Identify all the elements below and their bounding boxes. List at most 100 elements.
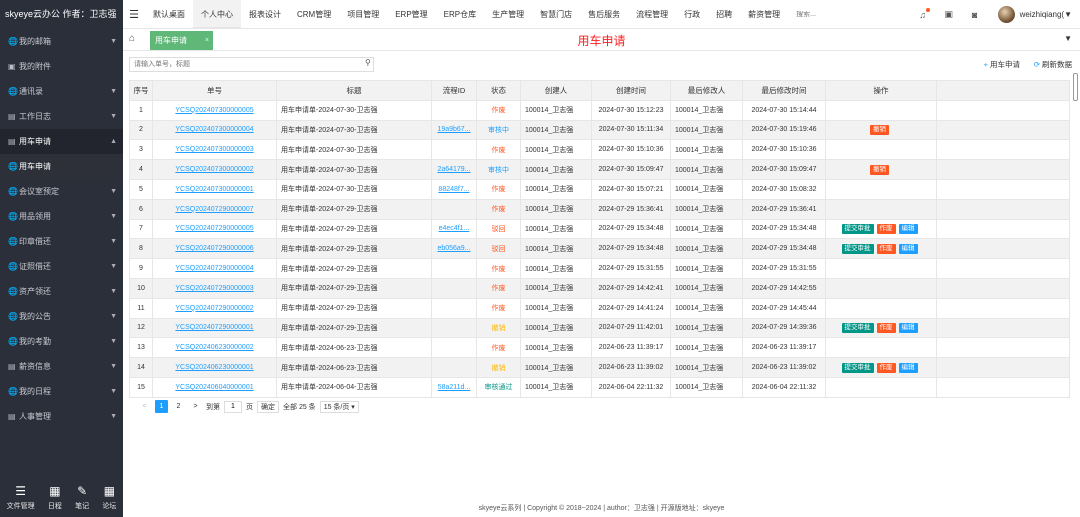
sidebar-item-3[interactable]: ▤工作日志▼ <box>0 104 123 129</box>
top-nav-item-12[interactable]: 招聘 <box>708 0 740 29</box>
sidebar-item-14[interactable]: 🌐我的日程▼ <box>0 379 123 404</box>
top-nav-item-13[interactable]: 薪资管理 <box>740 0 788 29</box>
creator-cell: 100014_卫志强 <box>521 140 592 160</box>
prev-page-button[interactable]: < <box>138 400 151 413</box>
order-code-link[interactable]: YCSQ202407300000004 <box>175 126 253 133</box>
menu-toggle-icon[interactable]: ☰ <box>123 8 145 21</box>
user-menu[interactable]: weizhiqiang(▼ <box>988 6 1080 23</box>
sidebar-item-15[interactable]: ▤人事管理▼ <box>0 404 123 429</box>
op-button-2[interactable]: 编辑 <box>899 323 918 333</box>
scrollbar[interactable] <box>1073 73 1078 101</box>
bottom-shortcut-0[interactable]: ☰文件管理 <box>7 485 35 511</box>
add-car-application-button[interactable]: +用车申请 <box>984 59 1020 70</box>
confirm-page-button[interactable]: 确定 <box>257 401 279 413</box>
page-title: 用车申请 <box>123 32 1080 49</box>
order-code-link[interactable]: YCSQ202406230000001 <box>175 364 253 371</box>
op-button-2[interactable]: 编辑 <box>899 363 918 373</box>
order-code-link[interactable]: YCSQ202407300000005 <box>175 107 253 114</box>
order-code-link[interactable]: YCSQ202407290000005 <box>175 225 253 232</box>
title-cell: 用车申请单-2024-06-23-卫志强 <box>277 338 432 358</box>
order-code-link[interactable]: YCSQ202407290000003 <box>175 285 253 292</box>
order-code-link[interactable]: YCSQ202407290000006 <box>175 245 253 252</box>
sidebar-item-7[interactable]: 🌐用品领用▼ <box>0 204 123 229</box>
bottom-shortcut-2[interactable]: ✎笔记 <box>75 485 89 511</box>
op-button-0[interactable]: 撤销 <box>870 125 889 135</box>
op-button-1[interactable]: 作废 <box>877 244 896 254</box>
order-code-link[interactable]: YCSQ202407300000003 <box>175 146 253 153</box>
sidebar-item-12[interactable]: 🌐我的考勤▼ <box>0 329 123 354</box>
page-2-button[interactable]: 2 <box>172 400 185 413</box>
sidebar-item-13[interactable]: ▤薪资信息▼ <box>0 354 123 379</box>
order-code-link[interactable]: YCSQ202407290000001 <box>175 324 253 331</box>
order-code-link[interactable]: YCSQ202407290000002 <box>175 305 253 312</box>
op-button-2[interactable]: 编辑 <box>899 244 918 254</box>
op-button-0[interactable]: 提交审批 <box>842 224 874 234</box>
bell-icon[interactable]: ♫ <box>910 10 936 20</box>
flow-id-link[interactable]: 58a211d... <box>438 384 471 391</box>
sidebar-item-5[interactable]: 🌐用车申请 <box>0 154 123 179</box>
sidebar-item-11[interactable]: 🌐我的公告▼ <box>0 304 123 329</box>
top-nav-item-5[interactable]: ERP管理 <box>387 0 435 29</box>
flow-id-link[interactable]: eb056a9... <box>437 245 470 252</box>
top-nav-item-4[interactable]: 项目管理 <box>339 0 387 29</box>
flow-id-link[interactable]: e4ec4f1... <box>439 225 470 232</box>
top-nav-item-11[interactable]: 行政 <box>676 0 708 29</box>
order-code-link[interactable]: YCSQ202407300000002 <box>175 166 253 173</box>
sidebar-item-1[interactable]: ▣我的附件 <box>0 54 123 79</box>
screen-icon[interactable]: ◙ <box>962 10 988 20</box>
modifier-cell: 100014_卫志强 <box>671 120 743 140</box>
top-nav-item-7[interactable]: 生产管理 <box>484 0 532 29</box>
sidebar-item-0[interactable]: 🌐我的邮箱▼ <box>0 29 123 54</box>
tab-car-application[interactable]: 用车申请 × <box>150 31 213 50</box>
top-nav-item-0[interactable]: 默认桌面 <box>145 0 193 29</box>
top-nav-item-6[interactable]: ERP仓库 <box>436 0 484 29</box>
refresh-button[interactable]: ⟳刷新数据 <box>1034 59 1072 70</box>
sidebar-item-2[interactable]: 🌐通讯录▼ <box>0 79 123 104</box>
top-nav-item-8[interactable]: 智慧门店 <box>532 0 580 29</box>
top-nav-item-9[interactable]: 售后服务 <box>580 0 628 29</box>
search-icon[interactable]: ⚲ <box>365 58 371 67</box>
flow-id-link[interactable]: 88248f7... <box>438 186 469 193</box>
home-icon[interactable]: ⌂ <box>129 33 135 44</box>
tab-more-icon[interactable]: ▼ <box>1064 34 1072 43</box>
picture-icon[interactable]: ▣ <box>936 9 962 20</box>
modified-time-cell: 2024-07-30 15:19:46 <box>743 120 826 140</box>
goto-page-input[interactable] <box>224 401 242 413</box>
op-button-0[interactable]: 提交审批 <box>842 244 874 254</box>
sidebar-item-6[interactable]: 🌐会议室预定▼ <box>0 179 123 204</box>
sidebar-item-9[interactable]: 🌐证照借还▼ <box>0 254 123 279</box>
tab-close-icon[interactable]: × <box>205 31 209 50</box>
top-nav-item-10[interactable]: 流程管理 <box>628 0 676 29</box>
column-header: 状态 <box>477 81 521 101</box>
search-input[interactable] <box>796 11 886 18</box>
top-nav-item-3[interactable]: CRM管理 <box>289 0 339 29</box>
order-code-link[interactable]: YCSQ202407290000004 <box>175 265 253 272</box>
op-button-2[interactable]: 编辑 <box>899 224 918 234</box>
sidebar-item-4[interactable]: ▤用车申请▲ <box>0 129 123 154</box>
order-code-link[interactable]: YCSQ202406230000002 <box>175 344 253 351</box>
top-nav-item-2[interactable]: 报表设计 <box>241 0 289 29</box>
next-page-button[interactable]: > <box>189 400 202 413</box>
filter-input[interactable] <box>129 57 374 72</box>
bottom-shortcut-3[interactable]: ▦论坛 <box>102 485 116 511</box>
order-code-link[interactable]: YCSQ202406040000001 <box>175 384 253 391</box>
sidebar-item-10[interactable]: 🌐资产领还▼ <box>0 279 123 304</box>
op-button-1[interactable]: 作废 <box>877 323 896 333</box>
menu-icon: 🌐 <box>8 37 17 46</box>
page-1-button[interactable]: 1 <box>155 400 168 413</box>
order-code-link[interactable]: YCSQ202407290000007 <box>175 206 253 213</box>
op-button-0[interactable]: 提交审批 <box>842 363 874 373</box>
shortcut-label: 文件管理 <box>7 501 35 511</box>
op-button-1[interactable]: 作废 <box>877 224 896 234</box>
op-button-0[interactable]: 撤销 <box>870 165 889 175</box>
flow-id-link[interactable]: 19a9b67... <box>437 126 470 133</box>
order-code-link[interactable]: YCSQ202407300000001 <box>175 186 253 193</box>
op-button-1[interactable]: 作废 <box>877 363 896 373</box>
bottom-shortcut-1[interactable]: ▦日程 <box>48 485 62 511</box>
modified-time-cell: 2024-07-29 14:45:44 <box>743 298 826 318</box>
page-size-select[interactable]: 15 条/页 ▾ <box>320 401 359 413</box>
op-button-0[interactable]: 提交审批 <box>842 323 874 333</box>
sidebar-item-8[interactable]: 🌐印章借还▼ <box>0 229 123 254</box>
flow-id-link[interactable]: 2a64179... <box>437 166 470 173</box>
top-nav-item-1[interactable]: 个人中心 <box>193 0 241 29</box>
